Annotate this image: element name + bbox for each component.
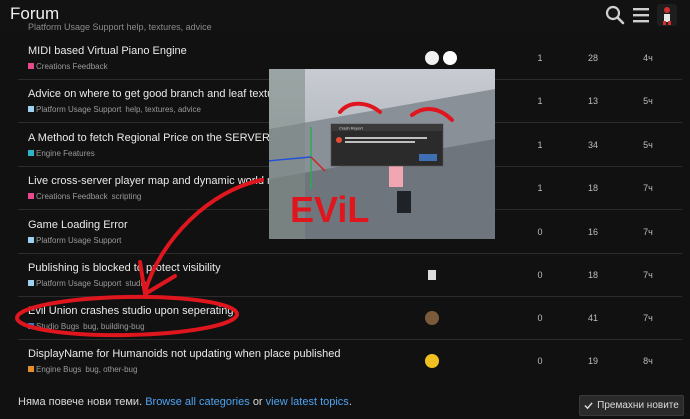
category-badge-icon (28, 366, 34, 372)
replies-count: 1 (537, 96, 543, 106)
search-icon[interactable] (604, 4, 626, 26)
topic-title[interactable]: Advice on where to get good branch and l… (28, 88, 289, 100)
topic-row[interactable]: Evil Union crashes studio upon seperatin… (18, 297, 682, 340)
views-count: 18 (587, 270, 598, 280)
poster-avatar[interactable] (425, 51, 439, 65)
topic-meta: Platform Usage Support (28, 236, 125, 245)
views-count: 18 (587, 183, 598, 193)
topic-title[interactable]: Evil Union crashes studio upon seperatin… (28, 305, 233, 317)
crash-screenshot-image: Crash Report (269, 69, 495, 239)
latest-topics-link[interactable]: view latest topics (266, 396, 349, 408)
category-badge-icon (28, 323, 34, 329)
activity-time[interactable]: 5ч (633, 140, 663, 150)
category-link[interactable]: Creations Feedback (36, 192, 108, 201)
views-count: 28 (587, 53, 598, 63)
topic-tags[interactable]: help, textures, advice (125, 105, 201, 114)
check-icon (584, 402, 593, 410)
topic-meta: Creations Feedback (28, 62, 112, 71)
topic-title[interactable]: A Method to fetch Regional Price on the … (28, 132, 270, 144)
views-count: 41 (587, 313, 598, 323)
category-link[interactable]: Platform Usage Support (36, 105, 121, 114)
views-count: 13 (587, 96, 598, 106)
activity-time[interactable]: 7ч (633, 313, 663, 323)
activity-time[interactable]: 4ч (633, 53, 663, 63)
topic-tags[interactable]: bug, building-bug (83, 322, 144, 331)
category-badge-icon (28, 106, 34, 112)
activity-time[interactable]: 5ч (633, 96, 663, 106)
topic-title[interactable]: Live cross-server player map and dynamic… (28, 175, 288, 187)
browse-categories-link[interactable]: Browse all categories (145, 396, 250, 408)
category-link[interactable]: Engine Features (36, 149, 95, 158)
views-count: 16 (587, 227, 598, 237)
period-text: . (348, 396, 352, 408)
topic-title[interactable]: Publishing is blocked to protect visibil… (28, 262, 221, 274)
category-badge-icon (28, 193, 34, 199)
crash-dialog: Crash Report (330, 123, 444, 167)
replies-count: 0 (537, 356, 543, 366)
replies-count: 0 (537, 270, 543, 280)
topic-meta: Platform Usage Support studio (28, 279, 147, 288)
topic-meta: Engine Bugs bug, other-bug (28, 365, 137, 374)
poster-avatar[interactable] (425, 354, 439, 368)
topic-meta: Studio Bugs bug, building-bug (28, 322, 145, 331)
views-count: 19 (587, 356, 598, 366)
category-badge-icon (28, 150, 34, 156)
category-badge-icon (28, 237, 34, 243)
replies-count: 0 (537, 313, 543, 323)
poster-avatar[interactable] (428, 270, 436, 280)
no-more-topics-text: Няма повече нови теми. (18, 396, 143, 408)
topic-title[interactable]: MIDI based Virtual Piano Engine (28, 45, 187, 57)
topic-meta: Platform Usage Support help, textures, ad… (28, 105, 201, 114)
topic-row[interactable]: DisplayName for Humanoids not updating w… (18, 340, 682, 383)
or-text: or (252, 396, 263, 408)
activity-time[interactable]: 7ч (633, 270, 663, 280)
replies-count: 1 (537, 140, 543, 150)
dismiss-new-label: Премахни новите (597, 400, 679, 411)
topic-tags[interactable]: studio (125, 279, 146, 288)
topic-title[interactable]: Game Loading Error (28, 219, 128, 231)
dismiss-new-button[interactable]: Премахни новите (579, 395, 684, 416)
activity-time[interactable]: 7ч (633, 227, 663, 237)
footer-message: Няма повече нови теми. Browse all catego… (18, 396, 352, 408)
category-badge-icon (28, 63, 34, 69)
category-link[interactable]: Engine Bugs (36, 365, 81, 374)
topic-title[interactable]: DisplayName for Humanoids not updating w… (28, 348, 340, 360)
topic-meta: Engine Features (28, 149, 99, 158)
category-link[interactable]: Studio Bugs (36, 322, 79, 331)
activity-time[interactable]: 8ч (633, 356, 663, 366)
user-avatar-icon[interactable] (657, 4, 677, 26)
replies-count: 1 (537, 53, 543, 63)
category-link[interactable]: Creations Feedback (36, 62, 108, 71)
category-badge-icon (28, 280, 34, 286)
category-link[interactable]: Platform Usage Support (36, 236, 121, 245)
category-link[interactable]: Platform Usage Support (36, 279, 121, 288)
clipped-topic-meta: Platform Usage Support help, textures, a… (28, 22, 212, 32)
replies-count: 0 (537, 227, 543, 237)
topic-tags[interactable]: scripting (112, 192, 142, 201)
topic-tags[interactable]: bug, other-bug (85, 365, 137, 374)
views-count: 34 (587, 140, 598, 150)
poster-avatar[interactable] (425, 311, 439, 325)
page-title[interactable]: Forum (10, 4, 59, 24)
topic-meta: Creations Feedback scripting (28, 192, 141, 201)
topic-row[interactable]: Publishing is blocked to protect visibil… (18, 254, 682, 297)
crash-dialog-title: Crash Report (339, 126, 364, 131)
hamburger-menu-icon[interactable] (630, 4, 652, 26)
activity-time[interactable]: 7ч (633, 183, 663, 193)
poster-avatar[interactable] (443, 51, 457, 65)
replies-count: 1 (537, 183, 543, 193)
